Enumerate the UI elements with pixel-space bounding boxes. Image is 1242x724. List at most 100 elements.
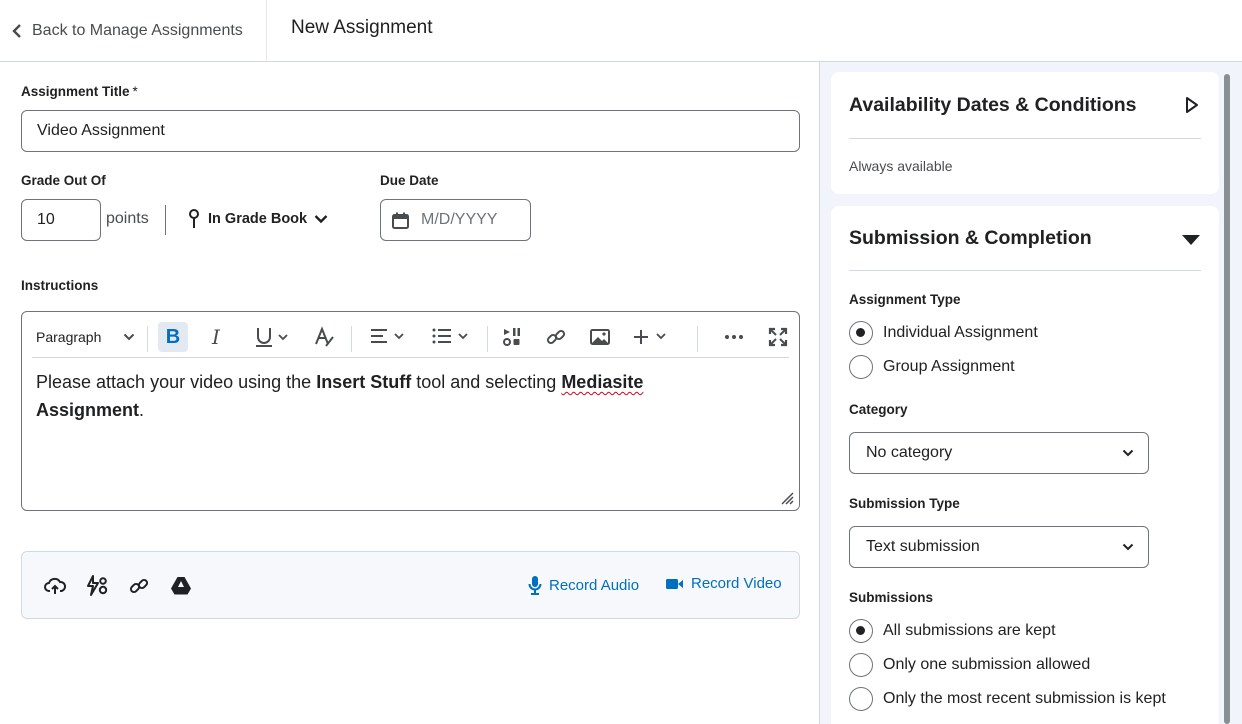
availability-title: Availability Dates & Conditions — [849, 94, 1137, 116]
link-icon — [129, 578, 149, 594]
record-video-button[interactable]: Record Video — [665, 575, 782, 592]
submission-type-value: Text submission — [866, 538, 980, 555]
radio-individual-assignment[interactable]: Individual Assignment — [849, 321, 1038, 345]
radio-button-selected[interactable] — [849, 321, 873, 345]
in-grade-book-dropdown[interactable]: In Grade Book — [188, 209, 336, 229]
video-camera-icon — [666, 578, 683, 589]
paragraph-format-dropdown[interactable]: Paragraph — [36, 322, 136, 352]
divider — [849, 138, 1201, 139]
instructions-label: Instructions — [21, 278, 99, 293]
divider — [849, 270, 1201, 271]
toolbar-separator — [487, 326, 488, 352]
radio-most-recent-kept[interactable]: Only the most recent submission is kept — [849, 687, 1166, 711]
toolbar-separator — [697, 326, 698, 352]
chevron-down-icon — [1122, 543, 1134, 551]
radio-button[interactable] — [849, 687, 873, 711]
back-link-label: Back to Manage Assignments — [32, 21, 243, 39]
assignment-title-label-text: Assignment Title — [21, 84, 130, 99]
due-date-placeholder: M/D/YYYY — [421, 211, 498, 228]
insert-image-button[interactable] — [588, 322, 612, 352]
align-dropdown[interactable] — [367, 322, 411, 352]
microphone-icon — [528, 576, 542, 595]
pin-icon — [189, 209, 199, 228]
submission-completion-title: Submission & Completion — [849, 227, 1092, 249]
in-grade-book-label: In Grade Book — [208, 211, 308, 227]
radio-button[interactable] — [849, 653, 873, 677]
quicklink-icon — [87, 575, 108, 596]
divider — [165, 205, 166, 235]
back-to-manage-assignments-link[interactable]: Back to Manage Assignments — [0, 0, 267, 61]
more-icon — [725, 335, 743, 339]
image-icon — [590, 329, 610, 345]
text-style-icon — [315, 326, 334, 347]
calendar-icon — [392, 212, 409, 229]
radio-label: Only one submission allowed — [883, 656, 1091, 673]
list-dropdown[interactable] — [430, 322, 474, 352]
underline-button[interactable] — [252, 322, 294, 352]
chevron-left-icon — [12, 23, 21, 38]
radio-label: Individual Assignment — [883, 324, 1038, 341]
text-bold: Insert Stuff — [316, 372, 412, 392]
submissions-label: Submissions — [849, 590, 934, 605]
italic-button[interactable]: I — [204, 322, 228, 352]
category-label: Category — [849, 402, 908, 417]
assignment-title-input[interactable]: Video Assignment — [21, 110, 800, 152]
collapse-arrow-icon[interactable] — [1181, 234, 1201, 246]
text-bold: Assignment — [36, 400, 140, 420]
text-part: tool and selecting — [411, 372, 562, 392]
grade-value: 10 — [37, 211, 55, 228]
google-drive-button[interactable] — [170, 575, 192, 597]
record-audio-button[interactable]: Record Audio — [528, 575, 639, 595]
instructions-content[interactable]: Please attach your video using the Inser… — [36, 368, 776, 424]
due-date-label: Due Date — [380, 173, 439, 188]
chevron-down-icon — [1122, 449, 1134, 457]
add-quicklink-button[interactable] — [86, 575, 108, 597]
text-part: . — [139, 400, 145, 420]
radio-button-selected[interactable] — [849, 619, 873, 643]
radio-label: Group Assignment — [883, 358, 1015, 375]
availability-summary: Always available — [849, 158, 953, 174]
scrollbar-thumb[interactable] — [1224, 74, 1230, 724]
radio-group-assignment[interactable]: Group Assignment — [849, 355, 1015, 379]
text-style-button[interactable] — [312, 322, 336, 352]
plus-icon — [634, 330, 666, 344]
add-link-button[interactable] — [128, 575, 150, 597]
list-icon — [432, 328, 468, 344]
bold-button[interactable]: B — [158, 322, 188, 352]
align-left-icon — [371, 329, 404, 343]
grade-out-of-input[interactable]: 10 — [21, 199, 101, 241]
instructions-editor[interactable]: Paragraph B I Please attach your video u… — [21, 311, 800, 511]
underline-icon — [256, 328, 288, 347]
submission-type-select[interactable]: Text submission — [849, 526, 1149, 568]
insert-link-button[interactable] — [544, 322, 568, 352]
radio-button[interactable] — [849, 355, 873, 379]
fullscreen-button[interactable] — [766, 322, 790, 352]
availability-card: Availability Dates & Conditions Always a… — [831, 72, 1219, 194]
insert-more-dropdown[interactable] — [632, 322, 672, 352]
due-date-input[interactable]: M/D/YYYY — [380, 199, 531, 241]
fullscreen-icon — [768, 327, 788, 347]
radio-one-submission-allowed[interactable]: Only one submission allowed — [849, 653, 1090, 677]
points-label: points — [106, 210, 149, 227]
link-icon — [546, 329, 566, 345]
submission-type-label: Submission Type — [849, 496, 960, 511]
category-select[interactable]: No category — [849, 432, 1149, 474]
expand-arrow-icon[interactable] — [1185, 96, 1199, 114]
assignment-title-value: Video Assignment — [37, 122, 165, 139]
radio-all-submissions-kept[interactable]: All submissions are kept — [849, 619, 1056, 643]
paragraph-format-label: Paragraph — [36, 329, 102, 345]
category-value: No category — [866, 444, 953, 461]
insert-stuff-button[interactable] — [500, 322, 524, 352]
radio-label: All submissions are kept — [883, 622, 1056, 639]
grade-out-of-label: Grade Out Of — [21, 173, 106, 188]
resize-handle-icon[interactable] — [780, 491, 794, 505]
attachments-bar: Record Audio Record Video — [21, 551, 800, 619]
toolbar-separator — [351, 326, 352, 352]
more-actions-button[interactable] — [722, 322, 746, 352]
upload-cloud-icon — [44, 577, 66, 594]
required-mark: * — [132, 84, 138, 99]
page-title: New Assignment — [291, 17, 433, 38]
insert-stuff-icon — [503, 328, 520, 346]
chevron-down-icon — [314, 215, 328, 224]
upload-file-button[interactable] — [44, 575, 66, 597]
